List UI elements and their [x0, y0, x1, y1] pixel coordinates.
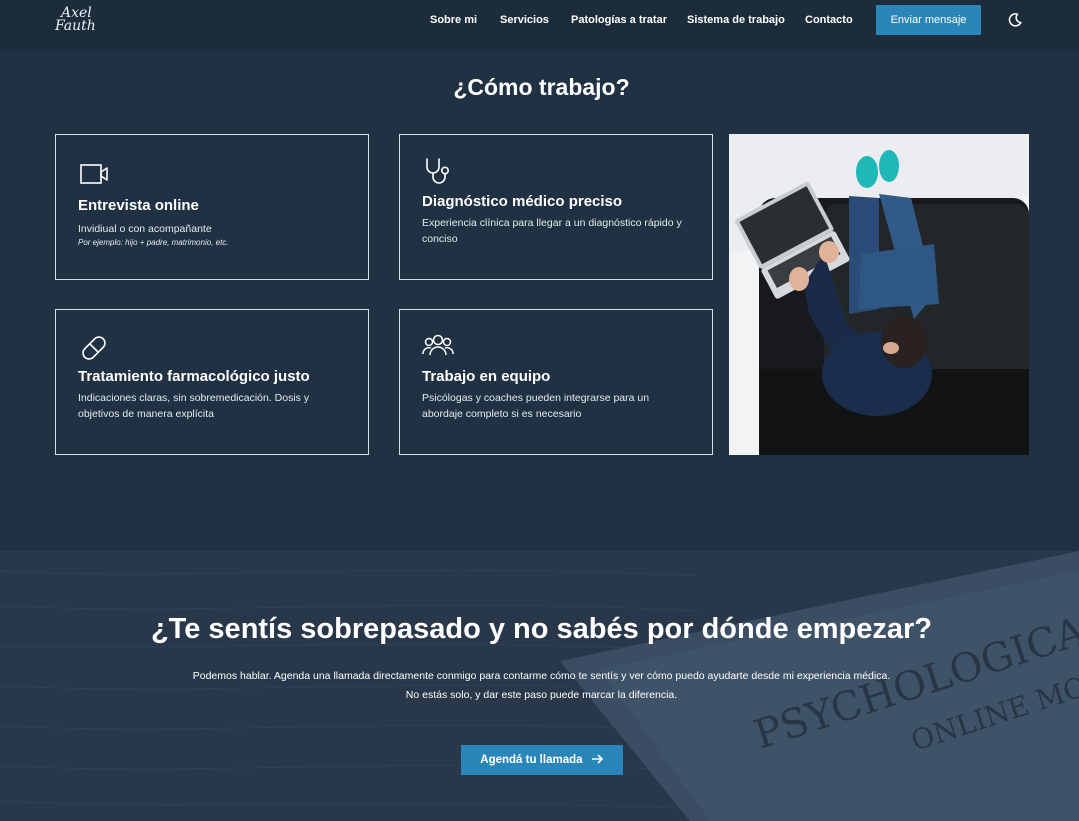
cta-text-line-1: Podemos hablar. Agenda una llamada direc…: [192, 670, 891, 682]
nav-link-sistema-de-trabajo[interactable]: Sistema de trabajo: [687, 14, 785, 26]
top-navbar: Axel Fauth Sobre mi Servicios Patologías…: [0, 0, 1079, 44]
card-title: Entrevista online: [78, 197, 199, 214]
nav-link-sobre-mi[interactable]: Sobre mi: [430, 14, 477, 26]
card-title: Trabajo en equipo: [422, 368, 551, 385]
stethoscope-icon: [426, 158, 449, 184]
section-title: ¿Cómo trabajo?: [453, 74, 630, 100]
nav-link-patologias[interactable]: Patologías a tratar: [571, 14, 667, 26]
photo-person-with-laptop: [729, 134, 1029, 455]
pill-icon: [82, 336, 106, 360]
cta-background-image: PSYCHOLOGICAL ONLINE MO: [0, 551, 1079, 821]
schedule-call-label: Agendá tu llamada: [480, 754, 583, 766]
card-text: Invidiual o con acompañante: [78, 223, 212, 235]
card-treatment: Tratamiento farmacológico justo Indicaci…: [55, 309, 369, 455]
team-icon: [422, 334, 454, 356]
card-text: Indicaciones claras, sin sobremedicación…: [78, 392, 310, 420]
nav-link-contacto[interactable]: Contacto: [805, 14, 853, 26]
card-diagnosis: Diagnóstico médico preciso Experiencia c…: [399, 134, 713, 280]
logo[interactable]: Axel Fauth: [55, 6, 107, 38]
logo-line-2: Fauth: [55, 18, 96, 34]
video-camera-icon: [80, 164, 108, 184]
card-text: Psicólogas y coaches pueden integrarse p…: [422, 392, 650, 420]
send-message-button[interactable]: Enviar mensaje: [876, 5, 981, 35]
card-teamwork: Trabajo en equipo Psicólogas y coaches p…: [399, 309, 713, 455]
moon-icon[interactable]: [1007, 12, 1023, 28]
card-online-interview: Entrevista online Invidiual o con acompa…: [55, 134, 369, 280]
card-title: Diagnóstico médico preciso: [422, 193, 623, 210]
card-note: Por ejemplo: hijo + padre, matrimonio, e…: [78, 238, 229, 247]
card-title: Tratamiento farmacológico justo: [78, 368, 310, 385]
card-text: Experiencia clínica para llegar a un dia…: [422, 217, 682, 245]
arrow-right-icon: [591, 754, 603, 764]
nav-link-servicios[interactable]: Servicios: [500, 14, 549, 26]
schedule-call-button[interactable]: Agendá tu llamada: [461, 745, 623, 775]
cta-section: PSYCHOLOGICAL ONLINE MO: [0, 551, 1079, 821]
cta-text-line-2: No estás solo, y dar este paso puede mar…: [405, 689, 678, 701]
cta-title: ¿Te sentís sobrepasado y no sabés por dó…: [150, 613, 933, 645]
